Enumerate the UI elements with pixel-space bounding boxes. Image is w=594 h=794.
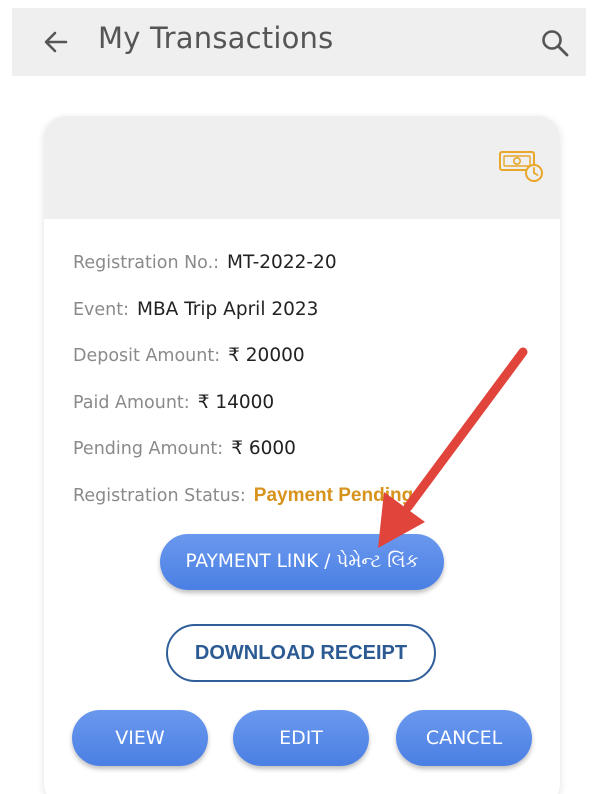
search-icon[interactable] [540, 28, 570, 58]
edit-button[interactable]: EDIT [233, 710, 369, 766]
registration-no-value: MT-2022-20 [227, 252, 337, 273]
money-clock-icon [499, 151, 543, 182]
event-row: Event: MBA Trip April 2023 [73, 299, 318, 321]
cancel-button[interactable]: CANCEL [396, 710, 532, 766]
payment-link-button[interactable]: PAYMENT LINK / પેમેન્ટ લિંક [160, 534, 444, 590]
app-bar: My Transactions [12, 8, 586, 76]
paid-amount-value: ₹ 14000 [197, 392, 275, 413]
card-header [44, 116, 560, 219]
pending-amount-label: Pending Amount: [73, 439, 224, 459]
pending-amount-value: ₹ 6000 [231, 438, 296, 459]
registration-no-label: Registration No.: [73, 253, 220, 273]
registration-status-row: Registration Status: Payment Pending [73, 485, 413, 507]
arrow-left-icon[interactable] [42, 28, 70, 56]
paid-amount-label: Paid Amount: [73, 393, 190, 413]
event-label: Event: [73, 300, 130, 320]
page-title: My Transactions [98, 21, 334, 55]
pending-amount-row: Pending Amount: ₹ 6000 [73, 438, 296, 460]
deposit-amount-value: ₹ 20000 [228, 345, 305, 366]
registration-no-row: Registration No.: MT-2022-20 [73, 252, 337, 274]
transaction-card: Registration No.: MT-2022-20 Event: MBA Tr… [44, 116, 560, 794]
download-receipt-button[interactable]: DOWNLOAD RECEIPT [166, 624, 436, 682]
registration-status-value: Payment Pending [253, 485, 414, 506]
event-value: MBA Trip April 2023 [137, 299, 319, 320]
paid-amount-row: Paid Amount: ₹ 14000 [73, 392, 274, 414]
registration-status-label: Registration Status: [73, 486, 246, 506]
deposit-amount-row: Deposit Amount: ₹ 20000 [73, 345, 305, 367]
deposit-amount-label: Deposit Amount: [73, 346, 221, 366]
view-button[interactable]: VIEW [72, 710, 208, 766]
